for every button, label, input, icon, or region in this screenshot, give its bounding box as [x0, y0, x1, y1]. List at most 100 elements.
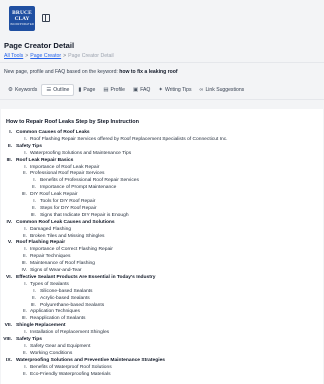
outline-item-text: Importance of Correct Flashing Repair	[30, 247, 113, 253]
outline-item-number: I.	[24, 281, 27, 287]
outline-item: II. Working Conditions	[0, 350, 73, 357]
outline-item-text: Roof Leak Repair Basics	[16, 157, 74, 163]
bruce-clay-logo[interactable]: BRUCE CLAY INCORPORATED	[9, 6, 35, 31]
outline-item-number: II.	[31, 295, 36, 301]
link-icon: ∞	[199, 87, 204, 93]
outline-item-number: III.	[30, 212, 36, 218]
outline-item-number: IX.	[6, 357, 12, 363]
outline-item-number: I.	[24, 226, 27, 232]
divider	[0, 99, 324, 100]
outline-item: IV. Common Roof Leak Causes and Solutions	[0, 219, 115, 226]
tab-profile[interactable]: ▤ Profile	[99, 84, 129, 96]
outline-item-number: I.	[24, 330, 27, 336]
outline-item-number: IV.	[21, 268, 27, 273]
outline-item-number: II.	[22, 350, 27, 356]
outline-item: I. Damaged Flashing	[0, 226, 72, 233]
outline-item-text: Common Roof Leak Causes and Solutions	[16, 219, 115, 225]
outline-item-number: I.	[33, 199, 36, 204]
sidebar-toggle-icon[interactable]	[42, 14, 50, 22]
outline-item: II. Importance of Prompt Maintenance	[0, 185, 116, 191]
outline-item-text: Repair Techniques	[30, 254, 71, 260]
tab-writing-tips[interactable]: ✦ Writing Tips	[154, 84, 195, 96]
outline-item-text: Waterproofing Solutions and Preventive M…	[16, 357, 166, 363]
outline-item-text: Installation of Replacement Shingles	[30, 330, 110, 336]
outline-item-number: III.	[21, 261, 27, 267]
gear-icon: ⚙	[8, 87, 13, 93]
outline-item-text: Waterproofing Solutions and Maintenance …	[30, 150, 132, 156]
outline-item-text: Broken Tiles and Missing Shingles	[30, 233, 105, 239]
outline-item-number: I.	[24, 364, 27, 370]
tab-page[interactable]: ▮ Page	[74, 84, 99, 96]
outline-item-number: I.	[24, 247, 27, 253]
outline-item: III. Reapplication of Sealants	[0, 316, 86, 322]
breadcrumb-separator: >	[63, 53, 67, 59]
outline-item: I. Benefits of Professional Roof Repair S…	[0, 178, 139, 184]
outline-item: I. Installation of Replacement Shingles	[0, 330, 110, 336]
outline-item: II. Professional Roof Repair Services	[0, 171, 105, 177]
outline-item: VI. Effective Sealant Products Are Essent…	[0, 274, 156, 281]
outline-item-number: I.	[24, 136, 27, 142]
outline-item-text: Effective Sealant Products Are Essential…	[16, 274, 156, 280]
outline-item-number: V.	[7, 240, 12, 246]
outline-item-text: Acrylic-based Sealants	[40, 295, 90, 301]
tab-link-suggestions[interactable]: ∞ Link Suggestions	[196, 84, 249, 96]
page-description: New page, profile and FAQ based on the k…	[4, 69, 178, 75]
outline-item-text: Polyurethane-based Sealants	[40, 302, 105, 308]
breadcrumb-current: Page Creator Detail	[68, 53, 114, 59]
outline-item-text: Maintenance of Roof Flashing	[30, 261, 95, 267]
outline-item: II. Application Techniques	[0, 309, 80, 315]
outline-item-text: Damaged Flashing	[30, 226, 72, 232]
outline-item: I. Importance of Roof Leak Repair	[0, 164, 100, 171]
outline-item-text: Tools for DIY Roof Repair	[40, 199, 96, 204]
outline-item: II. Broken Tiles and Missing Shingles	[0, 233, 105, 240]
outline-item: III. Signs that Indicate DIY Repair is En…	[0, 212, 129, 219]
outline-title: How to Repair Roof Leaks Step by Step In…	[6, 119, 139, 125]
list-icon: ☰	[46, 87, 52, 93]
outline-item-number: III.	[30, 302, 36, 308]
tab-faq[interactable]: ▣ FAQ	[129, 84, 154, 96]
outline-item: III. DIY Roof Leak Repair	[0, 192, 78, 198]
outline-item: V. Roof Flashing Repair	[0, 240, 66, 246]
outline-item-text: Application Techniques	[30, 309, 80, 315]
breadcrumb-page-creator[interactable]: Page Creator	[30, 53, 61, 59]
outline-item-text: Importance of Roof Leak Repair	[30, 164, 100, 170]
outline-item: I. Benefits of Waterproof Roof Solutions	[0, 364, 111, 371]
outline-item-text: Types of Sealants	[30, 281, 69, 287]
outline-item-text: Safety Tips	[16, 337, 43, 342]
outline-item-text: Signs that Indicate DIY Repair is Enough	[40, 212, 129, 218]
page-title: Page Creator Detail	[4, 41, 75, 50]
outline-item-text: Signs of Wear-and-Tear	[30, 268, 82, 273]
outline-item: I. Types of Sealants	[0, 281, 69, 288]
outline-item-number: I.	[24, 164, 27, 170]
outline-item: I. Silicone-based Sealants	[0, 289, 92, 295]
outline-item-text: Professional Roof Repair Services	[30, 171, 105, 177]
breadcrumb-all-tools[interactable]: All Tools	[4, 53, 23, 59]
outline-item-text: Working Conditions	[30, 350, 73, 356]
outline-item-text: DIY Roof Leak Repair	[30, 192, 78, 198]
outline-item-text: Benefits of Professional Roof Repair Ser…	[40, 178, 139, 184]
outline-item-number: II.	[7, 143, 12, 149]
outline-item-number: III.	[6, 157, 12, 163]
outline-item: II. Repair Techniques	[0, 254, 71, 260]
breadcrumb-separator: >	[25, 53, 29, 59]
top-bar: BRUCE CLAY INCORPORATED	[0, 0, 324, 34]
outline-item-text: Safety Tips	[16, 143, 43, 149]
outline-item-text: Eco-Friendly Waterproofing Materials	[30, 371, 111, 377]
divider	[0, 62, 324, 63]
tab-outline[interactable]: ☰ Outline	[41, 84, 75, 96]
outline-item-number: II.	[31, 205, 36, 211]
tab-keywords[interactable]: ⚙ Keywords	[4, 84, 41, 96]
outline-item-text: Roof Flashing Repair	[16, 240, 66, 246]
outline-item-text: Roof Flashing Repair Services offered by…	[30, 136, 228, 142]
breadcrumb: All Tools > Page Creator > Page Creator Deta…	[4, 53, 114, 59]
outline-item-number: II.	[22, 309, 27, 315]
outline-item-number: II.	[31, 185, 36, 191]
outline-item-number: I.	[24, 150, 27, 156]
outline-item-text: Safety Gear and Equipment	[30, 343, 91, 349]
outline-item-text: Reapplication of Sealants	[30, 316, 86, 322]
outline-item-number: I.	[33, 178, 36, 184]
outline-item: I. Common Causes of Roof Leaks	[0, 130, 90, 136]
outline-item: I. Safety Gear and Equipment	[0, 343, 91, 350]
outline-item: II. Eco-Friendly Waterproofing Materials	[0, 371, 111, 378]
outline-item-text: Common Causes of Roof Leaks	[16, 130, 90, 135]
